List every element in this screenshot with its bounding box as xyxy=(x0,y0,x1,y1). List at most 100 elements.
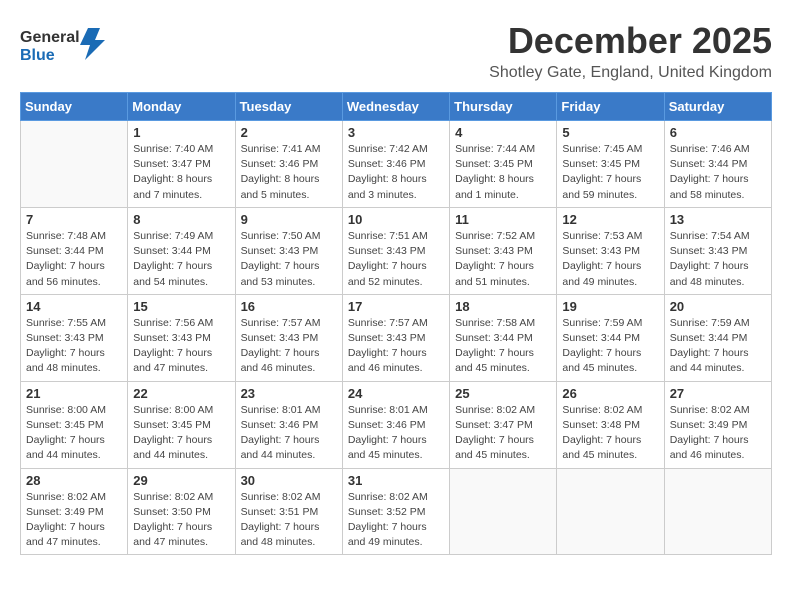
day-info: Sunrise: 7:49 AMSunset: 3:44 PMDaylight:… xyxy=(133,229,229,290)
day-number: 3 xyxy=(348,125,444,140)
calendar-cell: 7Sunrise: 7:48 AMSunset: 3:44 PMDaylight… xyxy=(21,207,128,294)
day-number: 31 xyxy=(348,473,444,488)
calendar-cell: 16 Sunrise: 7:57 AMSunset: 3:43 PMDayligh… xyxy=(235,294,342,381)
weekday-header: Tuesday xyxy=(235,93,342,121)
calendar-cell: 22Sunrise: 8:00 AMSunset: 3:45 PMDayligh… xyxy=(128,381,235,468)
day-info: Sunrise: 8:01 AMSunset: 3:46 PMDaylight:… xyxy=(241,403,337,464)
calendar-cell xyxy=(557,468,664,555)
calendar-cell: 1Sunrise: 7:40 AMSunset: 3:47 PMDaylight… xyxy=(128,121,235,208)
day-info: Sunrise: 7:57 AMSunset: 3:43 PMDaylight:… xyxy=(241,316,337,377)
calendar-cell: 20 Sunrise: 7:59 AMSunset: 3:44 PMDayligh… xyxy=(664,294,771,381)
day-info: Sunrise: 7:54 AMSunset: 3:43 PMDaylight:… xyxy=(670,229,766,290)
calendar-cell: 27Sunrise: 8:02 AMSunset: 3:49 PMDayligh… xyxy=(664,381,771,468)
weekday-header: Monday xyxy=(128,93,235,121)
day-info: Sunrise: 8:01 AMSunset: 3:46 PMDaylight:… xyxy=(348,403,444,464)
calendar-week-row: 1Sunrise: 7:40 AMSunset: 3:47 PMDaylight… xyxy=(21,121,772,208)
day-info: Sunrise: 7:50 AMSunset: 3:43 PMDaylight:… xyxy=(241,229,337,290)
day-number: 25 xyxy=(455,386,551,401)
calendar-cell: 10 Sunrise: 7:51 AMSunset: 3:43 PMDayligh… xyxy=(342,207,449,294)
calendar-cell: 31 Sunrise: 8:02 AMSunset: 3:52 PMDayligh… xyxy=(342,468,449,555)
day-number: 27 xyxy=(670,386,766,401)
logo: General Blue xyxy=(20,20,110,75)
day-number: 18 xyxy=(455,299,551,314)
day-number: 14 xyxy=(26,299,122,314)
day-info: Sunrise: 7:52 AMSunset: 3:43 PMDaylight:… xyxy=(455,229,551,290)
day-info: Sunrise: 7:53 AMSunset: 3:43 PMDaylight:… xyxy=(562,229,658,290)
calendar-cell: 13 Sunrise: 7:54 AMSunset: 3:43 PMDayligh… xyxy=(664,207,771,294)
day-number: 20 xyxy=(670,299,766,314)
day-info: Sunrise: 8:02 AMSunset: 3:52 PMDaylight:… xyxy=(348,490,444,551)
day-info: Sunrise: 7:56 AMSunset: 3:43 PMDaylight:… xyxy=(133,316,229,377)
weekday-header: Wednesday xyxy=(342,93,449,121)
day-info: Sunrise: 8:02 AMSunset: 3:50 PMDaylight:… xyxy=(133,490,229,551)
day-number: 30 xyxy=(241,473,337,488)
day-number: 6 xyxy=(670,125,766,140)
day-info: Sunrise: 7:41 AMSunset: 3:46 PMDaylight:… xyxy=(241,142,337,203)
day-number: 16 xyxy=(241,299,337,314)
calendar-header-row: SundayMondayTuesdayWednesdayThursdayFrid… xyxy=(21,93,772,121)
day-number: 19 xyxy=(562,299,658,314)
calendar-cell: 28 Sunrise: 8:02 AMSunset: 3:49 PMDayligh… xyxy=(21,468,128,555)
day-number: 23 xyxy=(241,386,337,401)
day-info: Sunrise: 7:59 AMSunset: 3:44 PMDaylight:… xyxy=(562,316,658,377)
calendar-cell: 29 Sunrise: 8:02 AMSunset: 3:50 PMDayligh… xyxy=(128,468,235,555)
calendar-cell xyxy=(664,468,771,555)
day-number: 29 xyxy=(133,473,229,488)
day-number: 7 xyxy=(26,212,122,227)
day-info: Sunrise: 7:44 AMSunset: 3:45 PMDaylight:… xyxy=(455,142,551,203)
day-info: Sunrise: 8:00 AMSunset: 3:45 PMDaylight:… xyxy=(133,403,229,464)
day-number: 13 xyxy=(670,212,766,227)
calendar-cell: 8Sunrise: 7:49 AMSunset: 3:44 PMDaylight… xyxy=(128,207,235,294)
day-number: 10 xyxy=(348,212,444,227)
day-number: 9 xyxy=(241,212,337,227)
day-info: Sunrise: 7:59 AMSunset: 3:44 PMDaylight:… xyxy=(670,316,766,377)
day-info: Sunrise: 7:51 AMSunset: 3:43 PMDaylight:… xyxy=(348,229,444,290)
day-info: Sunrise: 8:02 AMSunset: 3:51 PMDaylight:… xyxy=(241,490,337,551)
calendar-cell: 11 Sunrise: 7:52 AMSunset: 3:43 PMDayligh… xyxy=(450,207,557,294)
svg-text:General: General xyxy=(20,29,80,46)
calendar-cell: 18 Sunrise: 7:58 AMSunset: 3:44 PMDayligh… xyxy=(450,294,557,381)
calendar-table: SundayMondayTuesdayWednesdayThursdayFrid… xyxy=(20,92,772,555)
logo-icon: General Blue xyxy=(20,20,110,70)
calendar-cell: 4 Sunrise: 7:44 AMSunset: 3:45 PMDaylight… xyxy=(450,121,557,208)
calendar-cell: 30 Sunrise: 8:02 AMSunset: 3:51 PMDayligh… xyxy=(235,468,342,555)
calendar-cell: 26 Sunrise: 8:02 AMSunset: 3:48 PMDayligh… xyxy=(557,381,664,468)
day-number: 24 xyxy=(348,386,444,401)
day-number: 28 xyxy=(26,473,122,488)
calendar-week-row: 7Sunrise: 7:48 AMSunset: 3:44 PMDaylight… xyxy=(21,207,772,294)
location-subtitle: Shotley Gate, England, United Kingdom xyxy=(489,64,772,82)
calendar-cell: 25 Sunrise: 8:02 AMSunset: 3:47 PMDayligh… xyxy=(450,381,557,468)
weekday-header: Sunday xyxy=(21,93,128,121)
day-info: Sunrise: 7:57 AMSunset: 3:43 PMDaylight:… xyxy=(348,316,444,377)
day-number: 11 xyxy=(455,212,551,227)
day-number: 21 xyxy=(26,386,122,401)
weekday-header: Friday xyxy=(557,93,664,121)
calendar-week-row: 14Sunrise: 7:55 AMSunset: 3:43 PMDayligh… xyxy=(21,294,772,381)
calendar-cell: 3Sunrise: 7:42 AMSunset: 3:46 PMDaylight… xyxy=(342,121,449,208)
day-number: 12 xyxy=(562,212,658,227)
day-info: Sunrise: 7:46 AMSunset: 3:44 PMDaylight:… xyxy=(670,142,766,203)
svg-text:Blue: Blue xyxy=(20,47,55,64)
weekday-header: Thursday xyxy=(450,93,557,121)
day-number: 26 xyxy=(562,386,658,401)
day-info: Sunrise: 7:45 AMSunset: 3:45 PMDaylight:… xyxy=(562,142,658,203)
calendar-cell: 15Sunrise: 7:56 AMSunset: 3:43 PMDayligh… xyxy=(128,294,235,381)
day-number: 4 xyxy=(455,125,551,140)
calendar-cell: 24 Sunrise: 8:01 AMSunset: 3:46 PMDayligh… xyxy=(342,381,449,468)
day-info: Sunrise: 7:58 AMSunset: 3:44 PMDaylight:… xyxy=(455,316,551,377)
day-info: Sunrise: 7:40 AMSunset: 3:47 PMDaylight:… xyxy=(133,142,229,203)
calendar-cell: 23 Sunrise: 8:01 AMSunset: 3:46 PMDayligh… xyxy=(235,381,342,468)
day-info: Sunrise: 8:02 AMSunset: 3:47 PMDaylight:… xyxy=(455,403,551,464)
weekday-header: Saturday xyxy=(664,93,771,121)
calendar-cell xyxy=(21,121,128,208)
calendar-cell: 5 Sunrise: 7:45 AMSunset: 3:45 PMDaylight… xyxy=(557,121,664,208)
day-info: Sunrise: 8:02 AMSunset: 3:48 PMDaylight:… xyxy=(562,403,658,464)
page-header: General Blue December 2025 Shotley Gate,… xyxy=(20,20,772,82)
calendar-cell: 17 Sunrise: 7:57 AMSunset: 3:43 PMDayligh… xyxy=(342,294,449,381)
day-number: 5 xyxy=(562,125,658,140)
calendar-cell: 2Sunrise: 7:41 AMSunset: 3:46 PMDaylight… xyxy=(235,121,342,208)
calendar-cell: 6 Sunrise: 7:46 AMSunset: 3:44 PMDaylight… xyxy=(664,121,771,208)
day-number: 17 xyxy=(348,299,444,314)
day-info: Sunrise: 8:02 AMSunset: 3:49 PMDaylight:… xyxy=(26,490,122,551)
month-title: December 2025 xyxy=(489,20,772,62)
